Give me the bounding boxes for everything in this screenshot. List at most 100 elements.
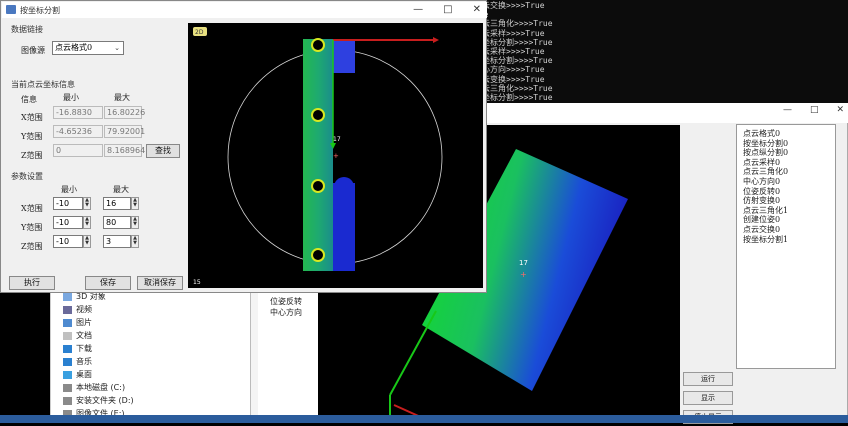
param-y-label: Y范围 [21, 223, 43, 232]
axis-y-line [389, 310, 437, 396]
param-x-min-stepper[interactable]: ▲ ▼ [83, 197, 91, 210]
show-button[interactable]: 显示 [683, 391, 733, 405]
param-z-max-stepper[interactable]: ▲ ▼ [131, 235, 139, 248]
run-flow-button[interactable]: 运行 [683, 372, 733, 386]
save-button[interactable]: 保存 [85, 276, 131, 290]
explorer-nav-label: 下载 [76, 344, 92, 353]
close-icon[interactable]: ✕ [473, 4, 481, 15]
2d-pointcloud-view[interactable]: 2D 17 + 15 [188, 23, 483, 288]
param-x-max-input[interactable]: 16 [103, 197, 131, 210]
file-explorer-pane: 3D 对象 视频 图片 文档 下载 音乐 桌面 本地磁盘 (C:) 安装文件夹 (D:) 图像文件… [50, 285, 250, 423]
chevron-down-icon: ⌄ [114, 44, 120, 52]
hole-3 [311, 179, 325, 193]
info-z-max-field: 8.168964 [104, 144, 145, 157]
image-source-label: 图像源 [21, 46, 45, 55]
param-z-label: Z范围 [21, 242, 43, 251]
find-button[interactable]: 查找 [146, 144, 180, 158]
info-x-min-field: -16.8830 [53, 106, 103, 119]
center-marker: + [333, 152, 339, 160]
tool-list-item[interactable]: 按坐标分割1 [743, 234, 788, 245]
explorer-nav-item[interactable]: 图片 [63, 317, 92, 328]
tool-list[interactable]: 点云格式0 按坐标分割0 按点纵分割0 点云采样0 点云三角化0 中心方向0 位姿反转0 仿射… [736, 124, 836, 369]
tree-item-center-direction[interactable]: 中心方向 [270, 307, 302, 318]
param-y-max-stepper[interactable]: ▲ ▼ [131, 216, 139, 229]
tree-item-pose-invert[interactable]: 位姿反转 [270, 296, 302, 307]
run-button[interactable]: 执行 [9, 276, 55, 290]
folder-icon [63, 396, 72, 405]
console-line: 点云交换>>>>True [474, 1, 545, 10]
image-source-select[interactable]: 点云格式0 ⌄ [52, 41, 124, 55]
explorer-nav-label: 本地磁盘 (C:) [76, 383, 126, 392]
explorer-nav-label: 音乐 [76, 357, 92, 366]
explorer-nav-label: 视频 [76, 305, 92, 314]
info-max-header: 最大 [114, 93, 130, 102]
explorer-nav-item[interactable]: 安装文件夹 (D:) [63, 395, 134, 406]
section-data-link: 数据链接 [11, 25, 43, 34]
2d-pointcloud-canvas[interactable]: 2D 17 + 15 [188, 23, 483, 288]
console-line: 按坐标分割>>>>True [474, 37, 553, 47]
param-y-min-stepper[interactable]: ▲ ▼ [83, 216, 91, 229]
info-z-label: Z范围 [21, 151, 43, 160]
param-x-max-stepper[interactable]: ▲ ▼ [131, 197, 139, 210]
info-min-header: 最小 [63, 93, 79, 102]
info-y-max-field: 79.92001 [104, 125, 145, 138]
param-y-max-input[interactable]: 80 [103, 216, 131, 229]
explorer-nav-label: 图片 [76, 318, 92, 327]
close-icon[interactable]: ✕ [836, 105, 844, 115]
view-corner-label: 15 [193, 279, 201, 286]
maximize-icon[interactable]: □ [810, 105, 819, 115]
explorer-nav-item[interactable]: 文档 [63, 330, 92, 341]
console-line: 点云采样>>>>True [474, 47, 545, 57]
param-min-header: 最小 [61, 185, 77, 194]
dialog-titlebar: 按坐标分割 — □ ✕ [2, 2, 487, 18]
console-line: 点云三角化>>>>True [474, 19, 553, 29]
app-icon [6, 5, 16, 14]
folder-icon [63, 318, 72, 327]
param-z-max-input[interactable]: 3 [103, 235, 131, 248]
folder-icon [63, 305, 72, 314]
info-y-label: Y范围 [21, 132, 43, 141]
explorer-nav-item[interactable]: 本地磁盘 (C:) [63, 382, 125, 393]
image-source-value: 点云格式0 [55, 43, 93, 52]
maximize-icon[interactable]: □ [443, 4, 452, 15]
folder-icon [63, 292, 72, 301]
hole-1 [311, 38, 325, 52]
section-current-info: 当前点云坐标信息 [11, 80, 75, 89]
pointcloud-center-label: 17 [519, 259, 528, 267]
explorer-nav-label: 桌面 [76, 370, 92, 379]
hole-2 [311, 108, 325, 122]
console-line: 点云三角化>>>>True [474, 83, 553, 93]
blue-disc [334, 177, 354, 197]
console-line: 点云采样>>>>True [474, 28, 545, 38]
axis-x-arrow [433, 37, 439, 43]
param-z-min-stepper[interactable]: ▲ ▼ [83, 235, 91, 248]
explorer-nav-item[interactable]: 视频 [63, 304, 92, 315]
folder-icon [63, 383, 72, 392]
param-max-header: 最大 [113, 185, 129, 194]
explorer-nav-item[interactable]: 桌面 [63, 369, 92, 380]
pointcloud-strip [303, 39, 333, 271]
folder-icon [63, 370, 72, 379]
param-x-min-input[interactable]: -10 [53, 197, 83, 210]
param-x-label: X范围 [21, 204, 43, 213]
cancel-save-button[interactable]: 取消保存 [137, 276, 183, 290]
folder-icon [63, 344, 72, 353]
folder-icon [63, 357, 72, 366]
tool-tree-pane: 位姿反转 中心方向 [258, 285, 318, 423]
coordinate-split-dialog: 按坐标分割 — □ ✕ 数据链接 图像源 点云格式0 ⌄ 当前点云坐标信息 信息… [0, 0, 487, 293]
minimize-icon[interactable]: — [783, 105, 792, 115]
explorer-nav-item[interactable]: 音乐 [63, 356, 92, 367]
minimize-icon[interactable]: — [413, 4, 423, 15]
taskbar [0, 415, 848, 423]
console-window: 点云交换>>>>Truerue点云三角化>>>>True点云采样>>>>True… [470, 0, 848, 110]
explorer-nav-label: 文档 [76, 331, 92, 340]
param-y-min-input[interactable]: -10 [53, 216, 83, 229]
param-z-min-input[interactable]: -10 [53, 235, 83, 248]
info-y-min-field: -4.65236 [53, 125, 103, 138]
folder-icon [63, 331, 72, 340]
center-marker: + [520, 270, 527, 279]
hole-4 [311, 248, 325, 262]
explorer-nav-item[interactable]: 下载 [63, 343, 92, 354]
console-line: 按坐标分割>>>>True [474, 93, 553, 103]
info-x-label: X范围 [21, 113, 43, 122]
